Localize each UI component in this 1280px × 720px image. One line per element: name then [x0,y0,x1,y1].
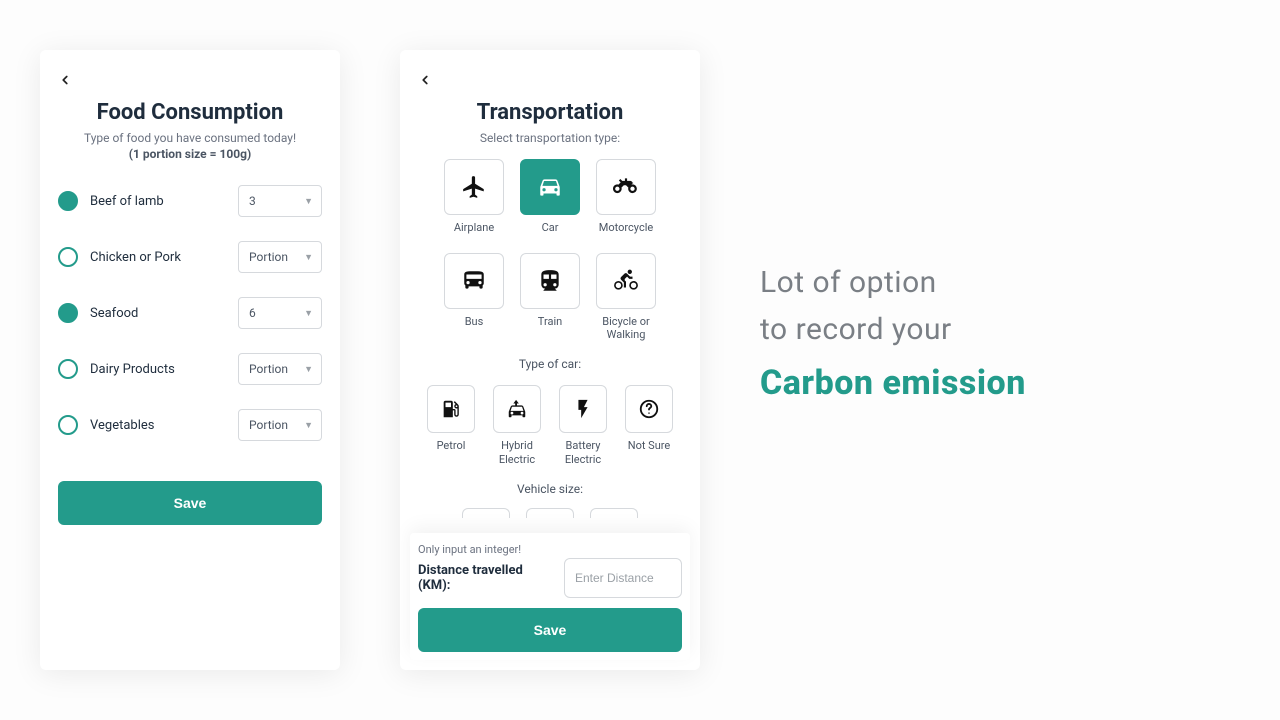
chevron-down-icon: ▼ [304,420,313,431]
chevron-down-icon: ▼ [304,252,313,263]
car-tile-battery[interactable] [559,385,607,433]
portion-value: Portion [249,418,288,432]
food-radio-beef[interactable] [58,191,78,211]
bicycle-icon [613,268,639,294]
tile-label: Battery Electric [559,439,607,465]
tile-label: Petrol [437,439,466,465]
tile-label: Bus [465,315,484,341]
save-button[interactable]: Save [418,608,682,652]
car-tile-petrol[interactable] [427,385,475,433]
food-item-seafood: Seafood 6 ▼ [58,297,322,329]
car-tile-hybrid[interactable] [493,385,541,433]
portion-select-chicken[interactable]: Portion ▼ [238,241,322,273]
portion-select-vegetables[interactable]: Portion ▼ [238,409,322,441]
chevron-left-icon [58,73,72,87]
page-subtitle: Type of food you have consumed today! [58,131,322,145]
car-tile-notsure[interactable] [625,385,673,433]
car-type-label: Type of car: [418,357,682,371]
tile-label: Car [542,221,559,247]
food-radio-seafood[interactable] [58,303,78,323]
portion-select-beef[interactable]: 3 ▼ [238,185,322,217]
size-tile-partial[interactable] [526,508,574,518]
chevron-down-icon: ▼ [304,364,313,375]
food-item-chicken: Chicken or Pork Portion ▼ [58,241,322,273]
bolt-icon [572,398,594,420]
tile-label: Airplane [454,221,494,247]
promo-line-2: to record your [760,307,1080,354]
distance-panel: Only input an integer! Distance travelle… [410,533,690,660]
portion-select-seafood[interactable]: 6 ▼ [238,297,322,329]
transport-tile-motorcycle[interactable] [596,159,656,215]
tile-label: Not Sure [628,439,671,465]
transportation-screen: Transportation Select transportation typ… [400,50,700,670]
tile-label: Motorcycle [599,221,653,247]
promo-accent: Carbon emission [760,363,1080,403]
back-button[interactable] [418,68,438,92]
food-item-beef: Beef of lamb 3 ▼ [58,185,322,217]
food-label: Vegetables [90,418,154,433]
food-label: Beef of lamb [90,194,164,209]
food-item-vegetables: Vegetables Portion ▼ [58,409,322,441]
promo-block: Lot of option to record your Carbon emis… [760,260,1080,403]
transport-tile-car[interactable] [520,159,580,215]
page-subtitle: Select transportation type: [418,131,682,145]
distance-label: Distance travelled (KM): [418,563,554,593]
page-title: Food Consumption [58,100,322,125]
save-button[interactable]: Save [58,481,322,525]
transport-tile-airplane[interactable] [444,159,504,215]
petrol-icon [440,398,462,420]
vehicle-size-label: Vehicle size: [418,482,682,496]
chevron-down-icon: ▼ [304,196,313,207]
food-label: Dairy Products [90,362,175,377]
distance-input[interactable] [564,558,682,598]
bus-icon [461,268,487,294]
distance-hint: Only input an integer! [418,543,682,556]
food-item-dairy: Dairy Products Portion ▼ [58,353,322,385]
food-label: Seafood [90,306,138,321]
food-label: Chicken or Pork [90,250,181,265]
size-tile-partial[interactable] [590,508,638,518]
back-button[interactable] [58,68,78,92]
motorcycle-icon [613,174,639,200]
tile-label: Bicycle or Walking [596,315,656,341]
page-title: Transportation [418,100,682,125]
chevron-down-icon: ▼ [304,308,313,319]
food-radio-vegetables[interactable] [58,415,78,435]
tile-label: Train [538,315,562,341]
vehicle-size-row [418,508,682,518]
question-icon [638,398,660,420]
chevron-left-icon [418,73,432,87]
food-consumption-screen: Food Consumption Type of food you have c… [40,50,340,670]
hybrid-icon [506,398,528,420]
portion-value: Portion [249,362,288,376]
food-list: Beef of lamb 3 ▼ Chicken or Pork Portion [58,185,322,441]
transport-tile-bus[interactable] [444,253,504,309]
food-radio-dairy[interactable] [58,359,78,379]
portion-select-dairy[interactable]: Portion ▼ [238,353,322,385]
portion-value: Portion [249,250,288,264]
size-tile-partial[interactable] [462,508,510,518]
airplane-icon [461,174,487,200]
train-icon [537,268,563,294]
portion-value: 6 [249,306,256,320]
promo-line-1: Lot of option [760,260,1080,307]
portion-note: (1 portion size = 100g) [58,147,322,161]
car-icon [537,174,563,200]
transport-type-grid: Airplane Car Motorcycle [418,159,682,247]
tile-label: Hybrid Electric [493,439,541,465]
transport-tile-bicycle[interactable] [596,253,656,309]
portion-value: 3 [249,194,256,208]
food-radio-chicken[interactable] [58,247,78,267]
car-type-grid: Petrol Hybrid Electric Battery Electric [418,385,682,465]
transport-tile-train[interactable] [520,253,580,309]
transport-type-grid-2: Bus Train Bicycle or Walking [418,253,682,341]
